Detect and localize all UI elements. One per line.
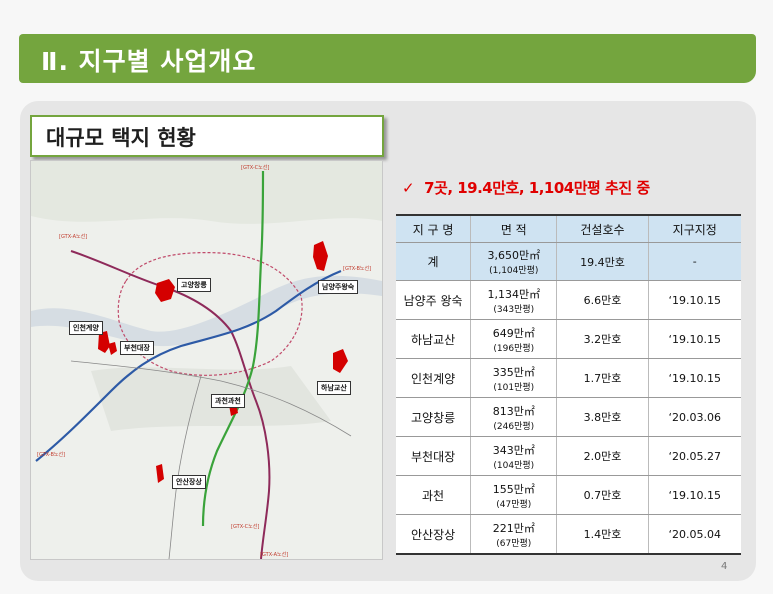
table-row: 안산장상 221만㎡ (67만평) 1.4만호 ‘20.05.04 <box>396 514 741 555</box>
table-row: 과천 155만㎡ (47만평) 0.7만호 ‘19.10.15 <box>396 475 741 515</box>
row-area: 335만㎡ (101만평) <box>470 358 557 398</box>
district-table: 지 구 명 면 적 건설호수 지구지정 계 3,650만㎡ (1,104만평) 1… <box>396 214 741 555</box>
row-name: 고양창릉 <box>396 397 471 437</box>
page-number: 4 <box>721 561 728 572</box>
row-area: 155만㎡ (47만평) <box>470 475 557 515</box>
row-name: 과천 <box>396 475 471 515</box>
row-area: 1,134만㎡ (343만평) <box>470 280 557 320</box>
gtx-label-b-left: [GTX-B노선] <box>37 452 66 458</box>
row-area: 649만㎡ (196만평) <box>470 319 557 359</box>
table-total-row: 계 3,650만㎡ (1,104만평) 19.4만호 - <box>396 242 741 281</box>
gtx-label-b-right: [GTX-B노선] <box>343 266 372 272</box>
row-houses: 0.7만호 <box>556 475 649 515</box>
row-date: ‘20.05.04 <box>647 514 741 555</box>
row-name: 인천계양 <box>396 358 471 398</box>
row-area: 221만㎡ (67만평) <box>470 514 557 555</box>
terrain-north <box>31 161 382 224</box>
map-label-hanam: 하남교산 <box>317 381 351 395</box>
gtx-label-c-bottom: [GTX-C노선] <box>231 524 260 530</box>
row-name: 남양주 왕숙 <box>396 280 471 320</box>
row-date: ‘19.10.15 <box>647 475 741 515</box>
header-houses: 건설호수 <box>556 214 649 243</box>
total-houses: 19.4만호 <box>556 242 649 281</box>
row-date: ‘20.03.06 <box>647 397 741 437</box>
row-date: ‘19.10.15 <box>647 358 741 398</box>
total-area: 3,650만㎡ (1,104만평) <box>470 242 557 281</box>
table-row: 고양창릉 813만㎡ (246만평) 3.8만호 ‘20.03.06 <box>396 397 741 437</box>
table-row: 하남교산 649만㎡ (196만평) 3.2만호 ‘19.10.15 <box>396 319 741 359</box>
site-ansan <box>156 464 164 483</box>
row-date: ‘20.05.27 <box>647 436 741 476</box>
table-header-row: 지 구 명 면 적 건설호수 지구지정 <box>396 214 741 243</box>
seoul-boundary <box>117 252 303 376</box>
header-date: 지구지정 <box>647 214 741 243</box>
gtx-label-a-left: [GTX-A노선] <box>59 234 88 240</box>
row-houses: 1.4만호 <box>556 514 649 555</box>
row-name: 하남교산 <box>396 319 471 359</box>
site-namyangju <box>313 241 328 271</box>
section-title-box: 대규모 택지 현황 <box>30 115 384 157</box>
gtx-label-a-bottom: [GTX-A노선] <box>260 552 289 558</box>
map: 고양창릉 남양주왕숙 인천계양 부천대장 하남교산 과천과천 안산장상 [GTX… <box>30 160 383 560</box>
row-name: 안산장상 <box>396 514 471 555</box>
row-area: 813만㎡ (246만평) <box>470 397 557 437</box>
row-houses: 2.0만호 <box>556 436 649 476</box>
map-graphic <box>31 161 382 559</box>
row-houses: 3.2만호 <box>556 319 649 359</box>
site-goyang <box>155 279 175 302</box>
row-houses: 3.8만호 <box>556 397 649 437</box>
total-name: 계 <box>396 242 471 281</box>
table-row: 인천계양 335만㎡ (101만평) 1.7만호 ‘19.10.15 <box>396 358 741 398</box>
summary-note: ✓ 7곳, 19.4만호, 1,104만평 추진 중 <box>402 177 650 198</box>
map-label-goyang: 고양창릉 <box>177 278 211 292</box>
header-district: 지 구 명 <box>396 214 471 243</box>
page-title: Ⅱ. 지구별 사업개요 <box>41 47 257 76</box>
map-label-namyangju: 남양주왕숙 <box>318 280 359 294</box>
row-date: ‘19.10.15 <box>647 319 741 359</box>
row-area: 343만㎡ (104만평) <box>470 436 557 476</box>
table-row: 부천대장 343만㎡ (104만평) 2.0만호 ‘20.05.27 <box>396 436 741 476</box>
map-label-bucheon: 부천대장 <box>120 341 154 355</box>
site-bucheon <box>108 342 117 355</box>
table-row: 남양주 왕숙 1,134만㎡ (343만평) 6.6만호 ‘19.10.15 <box>396 280 741 320</box>
section-title: 대규모 택지 현황 <box>46 126 196 150</box>
map-label-ansan: 안산장상 <box>172 475 206 489</box>
title-bar: Ⅱ. 지구별 사업개요 <box>19 34 756 83</box>
summary-text: 7곳, 19.4만호, 1,104만평 추진 중 <box>424 179 650 197</box>
row-houses: 1.7만호 <box>556 358 649 398</box>
map-label-gwacheon: 과천과천 <box>211 394 245 408</box>
slide: Ⅱ. 지구별 사업개요 대규모 택지 현황 고양창릉 남양주왕숙 인천계양 부천… <box>0 0 773 594</box>
map-label-incheon: 인천계양 <box>69 321 103 335</box>
header-area: 면 적 <box>470 214 557 243</box>
row-name: 부천대장 <box>396 436 471 476</box>
total-date: - <box>647 242 741 281</box>
gtx-c-line <box>201 170 265 527</box>
gtx-label-c-top: [GTX-C노선] <box>241 165 270 171</box>
site-hanam <box>333 349 348 373</box>
row-houses: 6.6만호 <box>556 280 649 320</box>
check-icon: ✓ <box>402 179 415 197</box>
row-date: ‘19.10.15 <box>647 280 741 320</box>
